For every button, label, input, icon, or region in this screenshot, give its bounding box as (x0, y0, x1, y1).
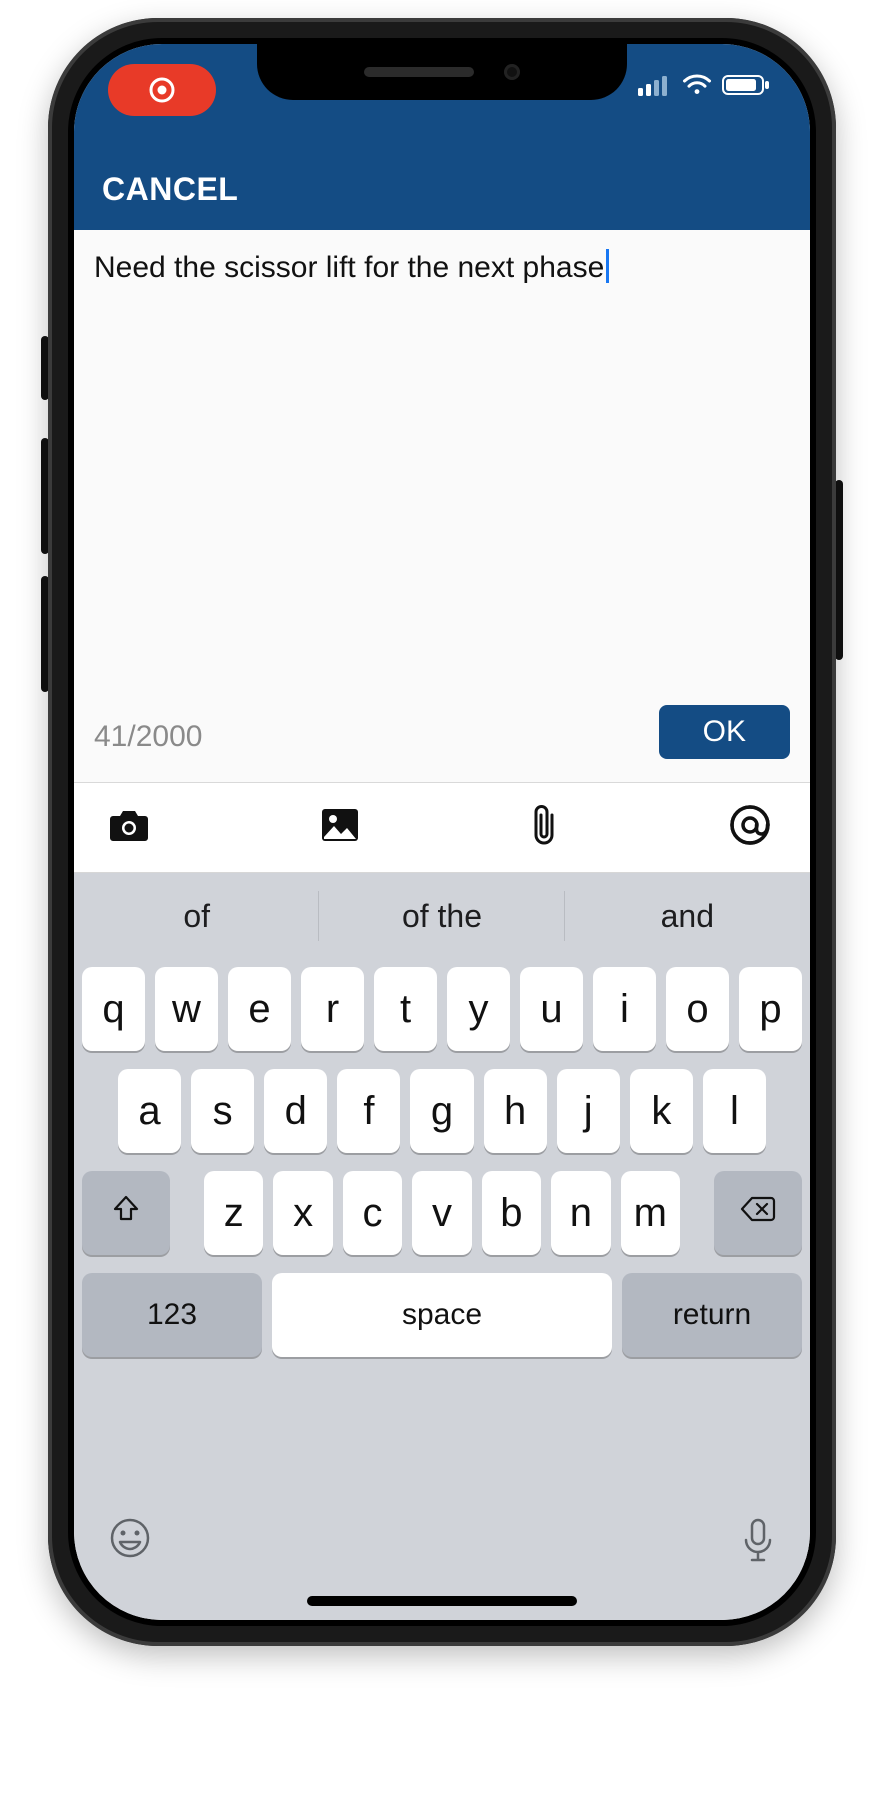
text-cursor (606, 249, 609, 283)
space-key[interactable]: space (272, 1273, 612, 1357)
character-count: 41/2000 (94, 720, 202, 754)
key-i[interactable]: i (593, 967, 656, 1051)
backspace-icon (740, 1195, 776, 1231)
key-z[interactable]: z (204, 1171, 263, 1255)
attachment-toolbar (74, 783, 810, 873)
dictation-button[interactable] (740, 1516, 776, 1569)
battery-icon (722, 74, 770, 101)
key-n[interactable]: n (551, 1171, 610, 1255)
key-m[interactable]: m (621, 1171, 680, 1255)
key-w[interactable]: w (155, 967, 218, 1051)
suggestion-bar: of of the and (74, 873, 810, 959)
emoji-button[interactable] (108, 1516, 152, 1565)
return-key[interactable]: return (622, 1273, 802, 1357)
shift-icon (111, 1194, 141, 1232)
key-l[interactable]: l (703, 1069, 766, 1153)
key-a[interactable]: a (118, 1069, 181, 1153)
key-t[interactable]: t (374, 967, 437, 1051)
key-s[interactable]: s (191, 1069, 254, 1153)
emoji-icon (108, 1547, 152, 1564)
key-c[interactable]: c (343, 1171, 402, 1255)
key-d[interactable]: d (264, 1069, 327, 1153)
phone-frame: CANCEL Need the scissor lift for the nex… (48, 18, 836, 1646)
shift-key[interactable] (82, 1171, 170, 1255)
key-f[interactable]: f (337, 1069, 400, 1153)
cancel-button[interactable]: CANCEL (102, 171, 238, 208)
key-y[interactable]: y (447, 967, 510, 1051)
suggestion-2[interactable]: of the (319, 873, 564, 959)
wifi-icon (682, 74, 712, 101)
attach-file-button[interactable] (530, 803, 558, 852)
gallery-button[interactable] (320, 807, 360, 848)
paperclip-icon (530, 803, 558, 852)
suggestion-1[interactable]: of (74, 873, 319, 959)
note-text-value: Need the scissor lift for the next phase (94, 251, 604, 284)
key-g[interactable]: g (410, 1069, 473, 1153)
ok-button[interactable]: OK (659, 705, 790, 759)
backspace-key[interactable] (714, 1171, 802, 1255)
key-u[interactable]: u (520, 967, 583, 1051)
microphone-icon (740, 1551, 776, 1568)
notch (257, 44, 627, 100)
cellular-signal-icon (638, 74, 672, 101)
key-v[interactable]: v (412, 1171, 471, 1255)
key-x[interactable]: x (273, 1171, 332, 1255)
suggestion-3[interactable]: and (565, 873, 810, 959)
key-r[interactable]: r (301, 967, 364, 1051)
note-text-input[interactable]: Need the scissor lift for the next phase (94, 248, 790, 289)
ios-keyboard: of of the and qwertyuiop asdfghjkl (74, 873, 810, 1620)
mention-button[interactable] (728, 803, 772, 852)
note-editor-area[interactable]: Need the scissor lift for the next phase… (74, 230, 810, 783)
at-icon (728, 803, 772, 852)
image-icon (320, 807, 360, 848)
record-icon (149, 77, 175, 103)
key-q[interactable]: q (82, 967, 145, 1051)
camera-icon (108, 806, 150, 849)
recording-pill[interactable] (108, 64, 216, 116)
key-h[interactable]: h (484, 1069, 547, 1153)
key-p[interactable]: p (739, 967, 802, 1051)
camera-button[interactable] (108, 806, 150, 849)
key-e[interactable]: e (228, 967, 291, 1051)
key-b[interactable]: b (482, 1171, 541, 1255)
navbar: CANCEL (74, 148, 810, 230)
key-o[interactable]: o (666, 967, 729, 1051)
numbers-key[interactable]: 123 (82, 1273, 262, 1357)
home-indicator[interactable] (307, 1596, 577, 1606)
side-button (835, 480, 843, 660)
key-k[interactable]: k (630, 1069, 693, 1153)
key-j[interactable]: j (557, 1069, 620, 1153)
